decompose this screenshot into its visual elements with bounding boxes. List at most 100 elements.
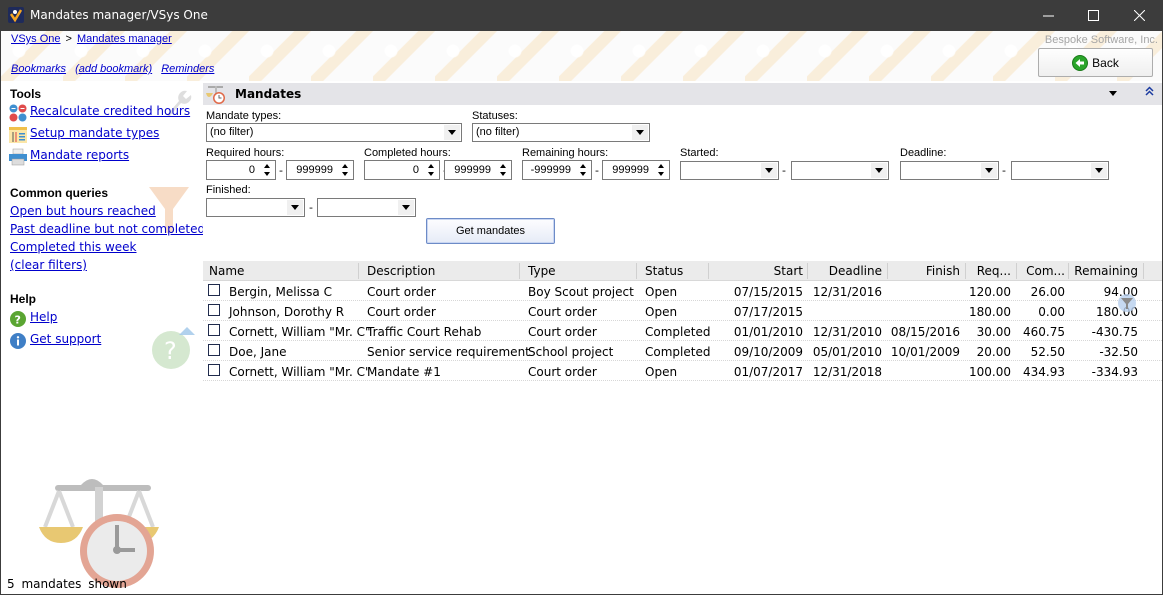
reminders-link[interactable]: Reminders	[161, 63, 214, 75]
mandate-types-label: Mandate types:	[206, 110, 282, 122]
query-open-but-hours-reached[interactable]: Open but hours reached	[10, 204, 156, 218]
mandate-types-select[interactable]: (no filter)	[206, 123, 462, 142]
table-row[interactable]: Cornett, William "Mr. C" Traffic Court Re…	[203, 321, 1162, 341]
minimize-button[interactable]	[1025, 0, 1071, 31]
spinner-arrows-icon[interactable]	[653, 162, 668, 178]
cell-status: Completed	[645, 345, 711, 359]
table-row[interactable]: Johnson, Dorothy R Court order Court order…	[203, 301, 1162, 321]
dropdown-arrow-icon	[632, 125, 648, 140]
cell-status: Completed	[645, 325, 711, 339]
help-title: Help	[10, 292, 37, 306]
required-hours-min-input[interactable]: 0	[206, 160, 276, 180]
required-hours-max-input[interactable]: 999999	[286, 160, 354, 180]
cell-start: 07/15/2015	[733, 285, 803, 299]
range-separator: -	[1002, 164, 1006, 177]
cell-description: Traffic Court Rehab	[367, 325, 482, 339]
column-header-name[interactable]: Name	[209, 264, 244, 278]
completed-hours-max-value: 999999	[454, 164, 491, 176]
back-button[interactable]: Back	[1038, 48, 1153, 77]
spinner-arrows-icon[interactable]	[259, 162, 274, 178]
deadline-to-select[interactable]	[1011, 161, 1109, 180]
breadcrumb-vsys-one[interactable]: VSys One	[11, 33, 61, 45]
svg-text:?: ?	[15, 314, 21, 327]
maximize-button[interactable]	[1070, 0, 1116, 31]
started-from-select[interactable]	[680, 161, 779, 180]
info-icon	[10, 333, 26, 349]
query-past-deadline-not-completed[interactable]: Past deadline but not completed	[10, 222, 205, 236]
completed-hours-max-input[interactable]: 999999	[444, 160, 512, 180]
row-checkbox[interactable]	[208, 304, 220, 316]
cell-description: Court order	[367, 305, 436, 319]
column-resize-handle[interactable]	[965, 263, 966, 279]
remaining-hours-min-input[interactable]: -999999	[522, 160, 592, 180]
mandate-count-status: 5 mandates shown	[7, 577, 127, 591]
dropdown-arrow-icon	[444, 125, 460, 140]
query-clear-filters[interactable]: (clear filters)	[10, 258, 87, 272]
row-checkbox[interactable]	[208, 284, 220, 296]
column-header-status[interactable]: Status	[645, 264, 683, 278]
filter-column-icon[interactable]	[1117, 293, 1137, 313]
cell-name: Cornett, William "Mr. C"	[229, 365, 371, 379]
bookmarks-link[interactable]: Bookmarks	[11, 63, 66, 75]
get-support-link[interactable]: Get support	[30, 332, 101, 346]
statuses-label: Statuses:	[472, 110, 518, 122]
remaining-hours-max-input[interactable]: 999999	[602, 160, 670, 180]
column-resize-handle[interactable]	[519, 263, 520, 279]
column-header-req[interactable]: Req...	[977, 264, 1011, 278]
column-resize-handle[interactable]	[807, 263, 808, 279]
column-resize-handle[interactable]	[1068, 263, 1069, 279]
tool-setup-mandate-types[interactable]: Setup mandate types	[30, 126, 159, 140]
dropdown-arrow-icon	[398, 200, 414, 215]
spinner-arrows-icon[interactable]	[575, 162, 590, 178]
statuses-select[interactable]: (no filter)	[472, 123, 650, 142]
column-header-com[interactable]: Com...	[1026, 264, 1065, 278]
grid-body: Bergin, Melissa C Court order Boy Scout pr…	[203, 281, 1162, 381]
completed-hours-label: Completed hours:	[364, 147, 451, 159]
query-completed-this-week[interactable]: Completed this week	[10, 240, 137, 254]
deadline-from-select[interactable]	[900, 161, 999, 180]
column-header-start[interactable]: Start	[774, 264, 803, 278]
breadcrumb-mandates-manager[interactable]: Mandates manager	[77, 33, 172, 45]
row-checkbox[interactable]	[208, 324, 220, 336]
cell-deadline: 12/31/2010	[812, 325, 882, 339]
column-resize-handle[interactable]	[708, 263, 709, 279]
dropdown-arrow-icon	[871, 163, 887, 178]
get-mandates-button[interactable]: Get mandates	[426, 218, 555, 244]
panel-header: Mandates	[203, 83, 1162, 105]
column-resize-handle[interactable]	[636, 263, 637, 279]
table-row[interactable]: Doe, Jane Senior service requirement Schoo…	[203, 341, 1162, 361]
column-resize-handle[interactable]	[358, 263, 359, 279]
cell-type: Court order	[528, 305, 597, 319]
panel-menu-dropdown[interactable]	[1109, 91, 1117, 96]
started-to-select[interactable]	[791, 161, 889, 180]
finished-to-select[interactable]	[317, 198, 416, 217]
column-header-type[interactable]: Type	[528, 264, 556, 278]
range-separator: -	[309, 201, 313, 214]
add-bookmark-link[interactable]: (add bookmark)	[75, 63, 152, 75]
table-row[interactable]: Cornett, William "Mr. C" Mandate #1 Court …	[203, 361, 1162, 381]
tool-recalculate-credited-hours[interactable]: Recalculate credited hours	[30, 104, 190, 118]
cell-type: Court order	[528, 365, 597, 379]
collapse-panel-button[interactable]	[1145, 86, 1154, 99]
column-header-finish[interactable]: Finish	[926, 264, 960, 278]
spinner-arrows-icon[interactable]	[337, 162, 352, 178]
column-header-deadline[interactable]: Deadline	[829, 264, 882, 278]
spinner-arrows-icon[interactable]	[423, 162, 438, 178]
range-separator: -	[279, 164, 283, 177]
finished-from-select[interactable]	[206, 198, 305, 217]
spinner-arrows-icon[interactable]	[495, 162, 510, 178]
column-header-description[interactable]: Description	[367, 264, 435, 278]
column-resize-handle[interactable]	[887, 263, 888, 279]
cell-req: 100.00	[969, 365, 1011, 379]
column-header-remaining[interactable]: Remaining	[1074, 264, 1138, 278]
tool-mandate-reports[interactable]: Mandate reports	[30, 148, 129, 162]
column-resize-handle[interactable]	[1016, 263, 1017, 279]
required-hours-label: Required hours:	[206, 147, 285, 159]
row-checkbox[interactable]	[208, 364, 220, 376]
close-button[interactable]	[1116, 0, 1162, 31]
completed-hours-min-input[interactable]: 0	[364, 160, 440, 180]
help-link[interactable]: Help	[30, 310, 57, 324]
column-resize-handle[interactable]	[1143, 263, 1144, 279]
row-checkbox[interactable]	[208, 344, 220, 356]
table-row[interactable]: Bergin, Melissa C Court order Boy Scout pr…	[203, 281, 1162, 301]
